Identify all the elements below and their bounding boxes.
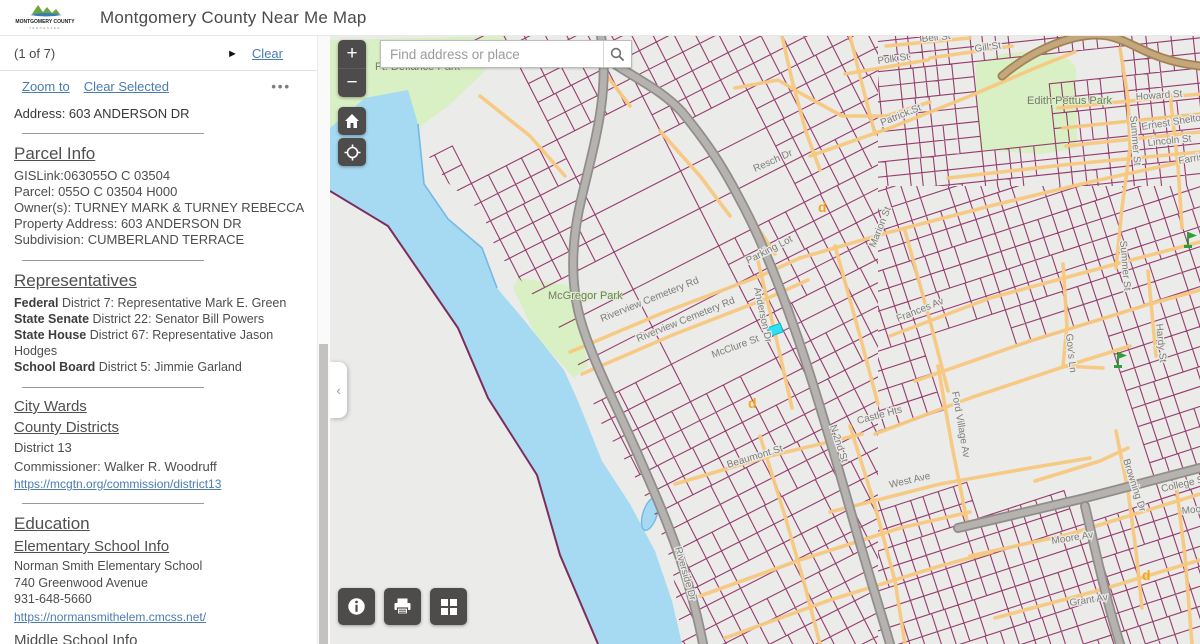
elementary-line: 931-648-5660	[14, 592, 92, 606]
parcel-info-line: GISLink:063055O C 03504	[14, 168, 171, 183]
info-button[interactable]	[338, 588, 375, 625]
logo-org-text: MONTGOMERY COUNTY	[15, 19, 75, 25]
divider	[0, 70, 322, 71]
representative-line: State House District 67: Representative …	[14, 328, 274, 358]
more-options-icon[interactable]: •••	[271, 79, 291, 94]
parcel-info-lines: GISLink:063055O C 03504 Parcel: 055O C 03…	[14, 168, 309, 248]
address-search	[380, 40, 632, 68]
results-panel: (1 of 7) ► Clear Zoom to Clear Selected …	[0, 36, 330, 644]
parcel-info-line: Property Address: 603 ANDERSON DR	[14, 216, 242, 231]
app-header: MONTGOMERY COUNTY TENNESSEE Montgomery C…	[0, 0, 1200, 36]
locate-button[interactable]	[338, 138, 366, 166]
representative-line: Federal District 7: Representative Mark …	[14, 296, 287, 310]
logo-sub-text: TENNESSEE	[29, 26, 61, 30]
representatives-heading: Representatives	[14, 271, 137, 290]
map-graphics: ddd Ft. Defiance ParkMcGregor ParkEdith …	[330, 36, 1200, 644]
search-icon	[610, 47, 625, 61]
elementary-link[interactable]: https://normansmithelem.cmcss.net/	[14, 610, 206, 624]
city-wards-heading: City Wards	[14, 398, 87, 415]
zoom-to-link[interactable]: Zoom to	[22, 79, 70, 94]
parcel-info-line: Owner(s): TURNEY MARK & TURNEY REBECCA	[14, 200, 305, 215]
divider	[22, 387, 204, 388]
parcel-info-line: Subdivision: CUMBERLAND TERRACE	[14, 232, 245, 247]
sidebar-scrollbar-thumb[interactable]	[319, 344, 328, 644]
commissioner-name: Commissioner: Walker R. Woodruff	[14, 459, 217, 474]
divider	[22, 503, 204, 504]
district-number: District 13	[14, 440, 72, 455]
elementary-lines: Norman Smith Elementary School 740 Greenw…	[14, 558, 309, 608]
zoom-out-button[interactable]: −	[338, 69, 366, 97]
education-heading: Education	[14, 514, 90, 533]
representatives-lines: Federal District 7: Representative Mark …	[14, 295, 309, 375]
montgomery-county-logo-icon: MONTGOMERY COUNTY TENNESSEE	[15, 4, 75, 30]
representative-line: School Board District 5: Jimmie Garland	[14, 360, 242, 374]
parcel-info-line: Parcel: 055O C 03504 H000	[14, 184, 178, 199]
clear-link[interactable]: Clear	[252, 46, 283, 61]
county-districts-heading: County Districts	[14, 419, 120, 436]
basemap-gallery-button[interactable]	[430, 588, 467, 625]
home-button[interactable]	[338, 107, 366, 135]
search-input[interactable]	[381, 41, 603, 67]
search-button[interactable]	[603, 41, 631, 67]
sidebar-collapse-tab[interactable]: ‹	[330, 362, 347, 418]
next-result-icon[interactable]: ►	[227, 48, 238, 60]
district-link[interactable]: https://mcgtn.org/commission/district13	[14, 477, 221, 491]
divider	[22, 133, 204, 134]
chevron-left-icon: ‹	[336, 382, 341, 398]
elementary-heading: Elementary School Info	[14, 538, 170, 555]
locate-icon	[344, 144, 360, 160]
representative-line: State Senate District 22: Senator Bill P…	[14, 312, 265, 326]
print-button[interactable]	[384, 588, 421, 625]
selected-address: Address: 603 ANDERSON DR	[14, 106, 190, 121]
poi-marker-icon[interactable]: d	[1142, 567, 1151, 583]
parcel-info-heading: Parcel Info	[14, 144, 96, 163]
elementary-line: Norman Smith Elementary School	[14, 559, 203, 573]
divider	[22, 260, 204, 261]
map-canvas[interactable]: ddd Ft. Defiance ParkMcGregor ParkEdith …	[330, 36, 1200, 644]
home-icon	[345, 114, 359, 128]
zoom-control: + −	[338, 40, 366, 97]
basemap-grid-icon	[440, 598, 457, 615]
info-icon	[348, 598, 365, 615]
result-pager: (1 of 7)	[14, 46, 56, 61]
sidebar-scrollbar-track[interactable]	[317, 36, 330, 644]
middle-heading: Middle School Info	[14, 631, 138, 644]
zoom-in-button[interactable]: +	[338, 40, 366, 68]
poi-marker-icon[interactable]: d	[818, 199, 827, 215]
elementary-line: 740 Greenwood Avenue	[14, 575, 148, 590]
logo-trees	[32, 4, 60, 14]
poi-marker-icon[interactable]: d	[748, 395, 757, 411]
print-icon	[394, 598, 411, 615]
clear-selected-link[interactable]: Clear Selected	[84, 79, 169, 94]
page-title: Montgomery County Near Me Map	[100, 7, 367, 27]
